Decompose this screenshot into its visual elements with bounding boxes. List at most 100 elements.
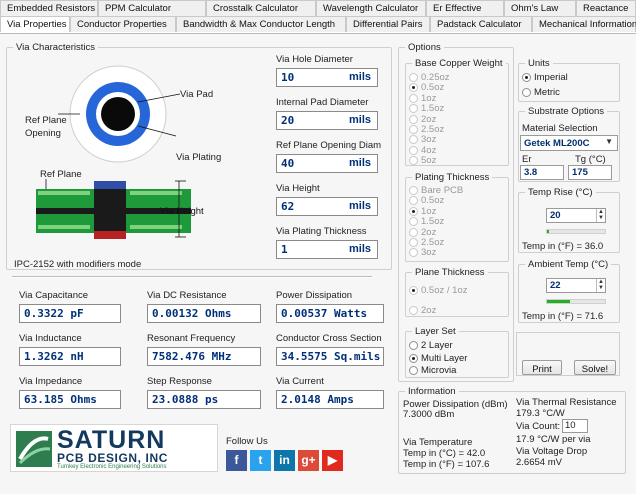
radio-label: Microvia (421, 365, 457, 376)
radio-options-plating-thickness-bare-pcb[interactable]: Bare PCB (409, 185, 463, 196)
tg-input[interactable]: 175 (568, 165, 612, 180)
tab-ppm-calculator[interactable]: PPM Calculator (98, 0, 206, 16)
radio-options-base-copper-2-5oz[interactable]: 2.5oz (409, 124, 444, 135)
radio-options-plating-thickness-1oz[interactable]: 1oz (409, 206, 436, 217)
tab-er-effective[interactable]: Er Effective (426, 0, 504, 16)
material-select[interactable]: Getek ML200C ▼ (520, 135, 618, 151)
ambient-temp-fahrenheit: Temp in (°F) = 71.6 (522, 311, 604, 322)
ref-plane-opening-diam-input[interactable]: 40 mils (276, 154, 378, 173)
via-height-diagram-label: Via Height (160, 206, 204, 217)
print-button[interactable]: Print (522, 360, 562, 375)
mode-text: IPC-2152 with modifiers mode (14, 259, 142, 270)
radio-options-plating-thickness-2-5oz[interactable]: 2.5oz (409, 237, 444, 248)
radio-options-base-copper-1-5oz[interactable]: 1.5oz (409, 103, 444, 114)
via-hole-diameter-label: Via Hole Diameter (276, 54, 353, 65)
via-temp-fahrenheit: Temp in (°F) = 107.6 (403, 459, 490, 470)
saturn-logo-mark (16, 431, 52, 467)
er-input[interactable]: 3.8 (520, 165, 564, 180)
radio-options-plating-thickness-3oz[interactable]: 3oz (409, 247, 436, 258)
power-dissipation-output: 0.00537 Watts (276, 304, 384, 323)
via-count-label: Via Count: (516, 421, 561, 432)
radio-dot-icon (409, 196, 418, 206)
ambient-temp-input[interactable]: 22 ▲ ▼ (546, 278, 606, 293)
via-capacitance-label: Via Capacitance (19, 290, 89, 301)
radio-options-layer-set-multi-layer[interactable]: Multi Layer (409, 353, 467, 364)
googleplus-icon[interactable]: g+ (298, 450, 319, 471)
voltage-drop-label: Via Voltage Drop (516, 446, 588, 457)
via-hole-diameter-input[interactable]: 10 mils (276, 68, 378, 87)
twitter-icon[interactable]: t (250, 450, 271, 471)
via-height-input[interactable]: 62 mils (276, 197, 378, 216)
radio-label: Imperial (534, 72, 568, 83)
per-via-value: 17.9 °C/W per via (516, 434, 591, 445)
radio-options-base-copper-5oz[interactable]: 5oz (409, 155, 436, 166)
conductor-cross-section-label: Conductor Cross Section (276, 333, 382, 344)
radio-label: Multi Layer (421, 352, 468, 364)
information-title: Information (408, 386, 456, 397)
internal-pad-diameter-input[interactable]: 20 mils (276, 111, 378, 130)
radio-options-plating-thickness-0-5oz[interactable]: 0.5oz (409, 195, 444, 206)
via-impedance-label: Via Impedance (19, 376, 83, 387)
chevron-down-icon: ▼ (605, 137, 613, 146)
tab-conductor-properties[interactable]: Conductor Properties (70, 16, 176, 32)
tab-wavelength-calculator[interactable]: Wavelength Calculator (316, 0, 426, 16)
spin-up-icon[interactable]: ▲ ▼ (596, 279, 605, 292)
via-properties-panel: Via Characteristics Via Pad Ref Plane Op… (0, 33, 636, 494)
radio-options-base-copper-0-25oz[interactable]: 0.25oz (409, 72, 450, 83)
plating-thickness-title: Plating Thickness (415, 172, 490, 183)
radio-dot-icon (409, 227, 418, 237)
radio-options-base-copper-1oz[interactable]: 1oz (409, 93, 436, 104)
linkedin-icon[interactable]: in (274, 450, 295, 471)
tab-reactance[interactable]: Reactance (576, 0, 636, 16)
radio-options-base-copper-2oz[interactable]: 2oz (409, 114, 436, 125)
layer-set-title: Layer Set (415, 326, 456, 337)
radio-dot-icon (409, 286, 418, 295)
via-hole-shape (101, 97, 135, 131)
ambient-temp-title: Ambient Temp (°C) (528, 259, 609, 270)
tab-row-bottom: Via Properties Conductor Properties Bandwi… (0, 16, 636, 32)
thermal-resistance-label: Via Thermal Resistance (516, 397, 617, 408)
tab-via-properties[interactable]: Via Properties (0, 16, 70, 32)
radio-options-plating-thickness-1-5oz[interactable]: 1.5oz (409, 216, 444, 227)
tab-crosstalk-calculator[interactable]: Crosstalk Calculator (206, 0, 316, 16)
internal-pad-diameter-unit: mils (348, 114, 371, 126)
via-plating-label: Via Plating (176, 152, 222, 163)
via-inductance-label: Via Inductance (19, 333, 82, 344)
radio-options-plane-thickness-0-5oz-1oz[interactable]: 0.5oz / 1oz (409, 285, 467, 296)
ambient-temp-value: 22 (550, 280, 561, 291)
tab-embedded-resistors[interactable]: Embedded Resistors (0, 0, 98, 16)
spin-up-icon[interactable]: ▲ ▼ (596, 209, 605, 222)
via-current-label: Via Current (276, 376, 324, 387)
tab-padstack-calculator[interactable]: Padstack Calculator (430, 16, 532, 32)
tab-mechanical-information[interactable]: Mechanical Information (532, 16, 636, 32)
radio-units-imperial[interactable]: Imperial (522, 72, 568, 83)
via-impedance-output: 63.185 Ohms (19, 390, 121, 409)
radio-dot-icon (409, 145, 418, 155)
radio-dot-icon (409, 83, 418, 93)
radio-options-base-copper-4oz[interactable]: 4oz (409, 145, 436, 156)
radio-label: Bare PCB (421, 185, 464, 196)
facebook-icon[interactable]: f (226, 450, 247, 471)
via-plating-thickness-input[interactable]: 1 mils (276, 240, 378, 259)
youtube-icon[interactable]: ▶ (322, 450, 343, 471)
tab-bandwidth-max-conductor-length[interactable]: Bandwidth & Max Conductor Length (176, 16, 346, 32)
via-count-input[interactable]: 10 (562, 419, 588, 433)
radio-options-layer-set-microvia[interactable]: Microvia (409, 365, 456, 376)
radio-dot-icon (522, 87, 531, 97)
radio-options-plane-thickness-2oz[interactable]: 2oz (409, 305, 436, 316)
radio-units-metric[interactable]: Metric (522, 87, 560, 98)
temp-rise-input[interactable]: 20 ▲ ▼ (546, 208, 606, 223)
radio-options-base-copper-0-5oz[interactable]: 0.5oz (409, 82, 444, 93)
tab-ohm-s-law[interactable]: Ohm's Law (504, 0, 576, 16)
tab-differential-pairs[interactable]: Differential Pairs (346, 16, 430, 32)
radio-options-plating-thickness-2oz[interactable]: 2oz (409, 227, 436, 238)
radio-label: 1oz (421, 205, 437, 217)
via-temperature-label: Via Temperature (403, 437, 473, 448)
temp-rise-level (546, 229, 606, 234)
solve-button[interactable]: Solve! (574, 360, 616, 375)
via-hole-diameter-value: 10 (281, 71, 295, 84)
radio-options-base-copper-3oz[interactable]: 3oz (409, 134, 436, 145)
radio-label: 0.5oz (421, 195, 445, 207)
radio-options-layer-set-2-layer[interactable]: 2 Layer (409, 340, 453, 351)
radio-label: 2oz (421, 305, 437, 316)
